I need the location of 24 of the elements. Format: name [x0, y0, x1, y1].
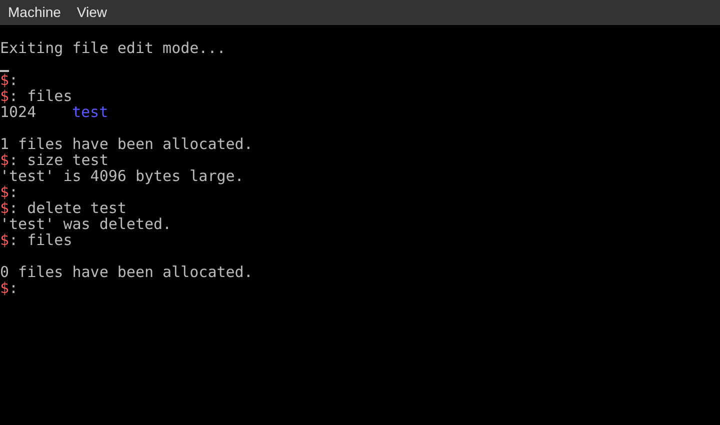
- prompt-symbol: $: [0, 71, 10, 89]
- terminal-output: 'test' is 4096 bytes large.: [0, 167, 244, 185]
- terminal-output: 'test' was deleted.: [0, 215, 172, 233]
- command-text: : size test: [9, 151, 108, 169]
- menu-item[interactable]: Machine: [8, 2, 61, 23]
- prompt-symbol: $: [0, 183, 10, 201]
- terminal-output: Exiting file edit mode...: [0, 39, 226, 57]
- command-text: :: [9, 71, 18, 89]
- command-text: :: [9, 183, 18, 201]
- command-text: : files: [9, 231, 72, 249]
- file-name: test: [72, 104, 108, 120]
- prompt-symbol: $: [0, 151, 10, 169]
- prompt-symbol: $: [0, 279, 10, 297]
- command-text: : delete test: [9, 199, 126, 217]
- prompt-symbol: $: [0, 199, 10, 217]
- command-text: :: [9, 279, 18, 297]
- terminal-output: 0 files have been allocated.: [0, 263, 253, 281]
- prompt-symbol: $: [0, 87, 10, 105]
- menu-item[interactable]: View: [76, 2, 108, 23]
- file-size: 1024: [0, 104, 38, 120]
- prompt-symbol: $: [0, 231, 10, 249]
- text-cursor: [0, 70, 9, 72]
- terminal-output: 1 files have been allocated.: [0, 135, 253, 153]
- command-text: : files: [9, 87, 72, 105]
